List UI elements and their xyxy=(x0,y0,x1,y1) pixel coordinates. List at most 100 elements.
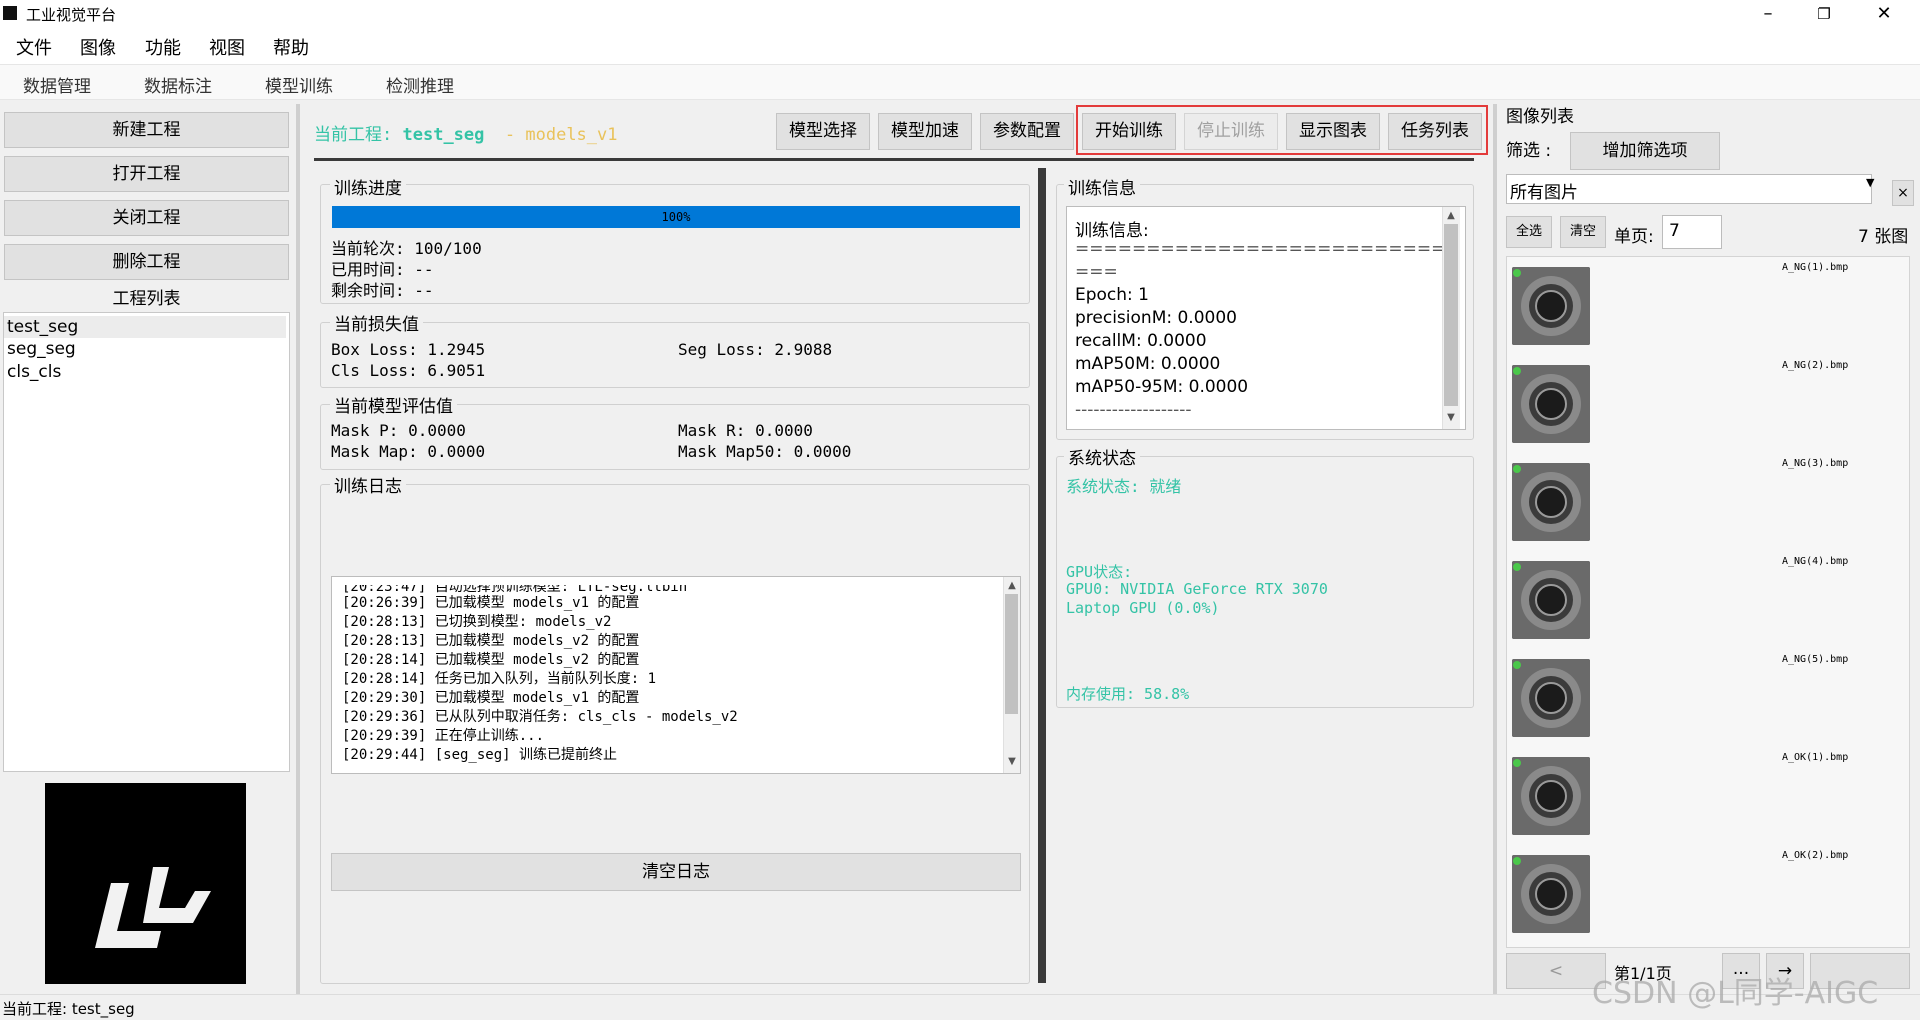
image-filename: A_NG(5).bmp xyxy=(1782,654,1849,665)
log-line: [20:26:39] 已加载模型 models_v1 的配置 xyxy=(342,595,640,611)
gpu-label: GPU状态: xyxy=(1066,563,1133,581)
project-item[interactable]: cls_cls xyxy=(4,361,286,383)
panel-divider xyxy=(1038,168,1046,983)
metrics-group-title: 当前模型评估值 xyxy=(330,392,457,417)
stop-training-button[interactable]: 停止训练 xyxy=(1184,113,1278,150)
image-thumbnail[interactable] xyxy=(1512,855,1590,933)
restore-button[interactable]: ❐ xyxy=(1796,0,1852,28)
log-line: [20:28:14] 已加载模型 models_v2 的配置 xyxy=(342,652,640,668)
header-prefix: 当前工程: xyxy=(314,125,393,145)
status-dot xyxy=(1513,857,1521,865)
memory-usage: 内存使用: 58.8% xyxy=(1066,685,1190,703)
image-thumbnail[interactable] xyxy=(1512,757,1590,835)
log-line: [20:29:36] 已从队列中取消任务: cls_cls - models_v… xyxy=(342,709,738,725)
select-value: 所有图片 xyxy=(1510,183,1578,203)
box-loss: Box Loss: 1.2945 xyxy=(331,340,486,359)
status-dot xyxy=(1513,465,1521,473)
mask-p: Mask P: 0.0000 xyxy=(331,421,466,440)
close-button[interactable]: ✕ xyxy=(1856,0,1912,28)
image-thumbnail[interactable] xyxy=(1512,267,1590,345)
status-dot xyxy=(1513,661,1521,669)
clear-filter-button[interactable]: × xyxy=(1892,180,1914,206)
image-thumbnail[interactable] xyxy=(1512,659,1590,737)
log-line: [20:29:39] 正在停止训练... xyxy=(342,728,545,744)
project-item[interactable]: seg_seg xyxy=(4,338,286,360)
image-thumbnail[interactable] xyxy=(1512,365,1590,443)
chevron-down-icon[interactable]: ▼ xyxy=(1866,176,1874,189)
image-filename: A_OK(1).bmp xyxy=(1782,752,1849,763)
open-project-button[interactable]: 打开工程 xyxy=(4,156,289,192)
menu-file[interactable]: 文件 xyxy=(16,34,52,60)
image-thumbnail[interactable] xyxy=(1512,463,1590,541)
cls-loss: Cls Loss: 6.9051 xyxy=(331,361,486,380)
train-info-line: === xyxy=(1075,262,1118,282)
menu-function[interactable]: 功能 xyxy=(145,34,181,60)
start-training-button[interactable]: 开始训练 xyxy=(1082,113,1176,150)
task-list-button[interactable]: 任务列表 xyxy=(1388,113,1482,150)
tab-model-training[interactable]: 模型训练 xyxy=(265,72,333,97)
brand-logo xyxy=(45,783,246,984)
new-project-button[interactable]: 新建工程 xyxy=(4,112,289,148)
status-dot xyxy=(1513,367,1521,375)
train-info-line: ------------------- xyxy=(1075,400,1192,420)
scroll-up-icon[interactable]: ▲ xyxy=(1443,210,1459,221)
app-logo-icon xyxy=(3,6,17,20)
log-line: [20:28:13] 已加载模型 models_v2 的配置 xyxy=(342,633,640,649)
delete-project-button[interactable]: 删除工程 xyxy=(4,244,289,280)
prev-page-button[interactable]: < xyxy=(1506,953,1606,989)
brand-logo-mark xyxy=(95,867,211,948)
image-filename: A_NG(1).bmp xyxy=(1782,262,1849,273)
image-list-title: 图像列表 xyxy=(1506,107,1574,127)
menu-image[interactable]: 图像 xyxy=(80,34,116,60)
menu-help[interactable]: 帮助 xyxy=(273,34,309,60)
image-filename: A_NG(4).bmp xyxy=(1782,556,1849,567)
watermark-text: CSDN @L同学-AIGC xyxy=(1592,976,1879,1011)
add-filter-button[interactable]: 增加筛选项 xyxy=(1570,132,1720,170)
train-info-group-title: 训练信息 xyxy=(1064,174,1140,199)
log-group-title: 训练日志 xyxy=(330,472,406,497)
param-config-button[interactable]: 参数配置 xyxy=(980,113,1074,150)
tab-data-management[interactable]: 数据管理 xyxy=(23,72,91,97)
close-project-button[interactable]: 关闭工程 xyxy=(4,200,289,236)
log-line: [20:28:14] 任务已加入队列，当前队列长度: 1 xyxy=(342,671,657,687)
status-bar-text: 当前工程: test_seg xyxy=(2,1000,135,1018)
scroll-down-icon[interactable]: ▼ xyxy=(1004,756,1020,767)
select-all-button[interactable]: 全选 xyxy=(1506,216,1552,248)
image-thumbnail[interactable] xyxy=(1512,561,1590,639)
header-model: models_v1 xyxy=(525,125,618,145)
mask-map: Mask Map: 0.0000 xyxy=(331,442,486,461)
model-select-button[interactable]: 模型选择 xyxy=(776,113,870,150)
splitter[interactable] xyxy=(1493,104,1497,994)
minimize-button[interactable]: – xyxy=(1740,0,1796,28)
status-dot xyxy=(1513,269,1521,277)
tab-detection-inference[interactable]: 检测推理 xyxy=(386,72,454,97)
per-page-label: 单页: xyxy=(1614,227,1654,247)
train-info-line: =========================== xyxy=(1075,239,1460,259)
scroll-up-icon[interactable]: ▲ xyxy=(1004,580,1020,591)
clear-selection-button[interactable]: 清空 xyxy=(1560,216,1606,248)
show-chart-button[interactable]: 显示图表 xyxy=(1286,113,1380,150)
header-project: test_seg xyxy=(402,125,485,145)
menu-view[interactable]: 视图 xyxy=(209,34,245,60)
clear-log-button[interactable]: 清空日志 xyxy=(331,853,1021,891)
progress-percent: 100% xyxy=(661,210,691,224)
gpu0-text-cont: Laptop GPU (0.0%) xyxy=(1066,599,1220,617)
train-info-line: Epoch: 1 xyxy=(1075,285,1150,305)
log-line: [20:29:44] [seg_seg] 训练已提前终止 xyxy=(342,747,618,763)
train-info-line: precisionM: 0.0000 xyxy=(1075,308,1237,328)
scroll-down-icon[interactable]: ▼ xyxy=(1443,412,1459,423)
remaining-text: 剩余时间: -- xyxy=(331,281,434,300)
train-info-scroll-thumb[interactable] xyxy=(1444,224,1458,406)
model-accelerate-button[interactable]: 模型加速 xyxy=(878,113,972,150)
per-page-input[interactable]: 7 xyxy=(1662,215,1722,249)
image-filename: A_NG(3).bmp xyxy=(1782,458,1849,469)
mask-map50: Mask Map50: 0.0000 xyxy=(678,442,852,461)
seg-loss: Seg Loss: 2.9088 xyxy=(678,340,833,359)
loss-group-title: 当前损失值 xyxy=(330,310,423,335)
splitter[interactable] xyxy=(296,104,300,994)
log-line: [20:28:13] 已切换到模型: models_v2 xyxy=(342,614,612,630)
project-item[interactable]: test_seg xyxy=(4,316,286,338)
project-list-title: 工程列表 xyxy=(112,289,181,309)
log-scroll-thumb[interactable] xyxy=(1005,594,1018,714)
tab-data-annotation[interactable]: 数据标注 xyxy=(144,72,212,97)
